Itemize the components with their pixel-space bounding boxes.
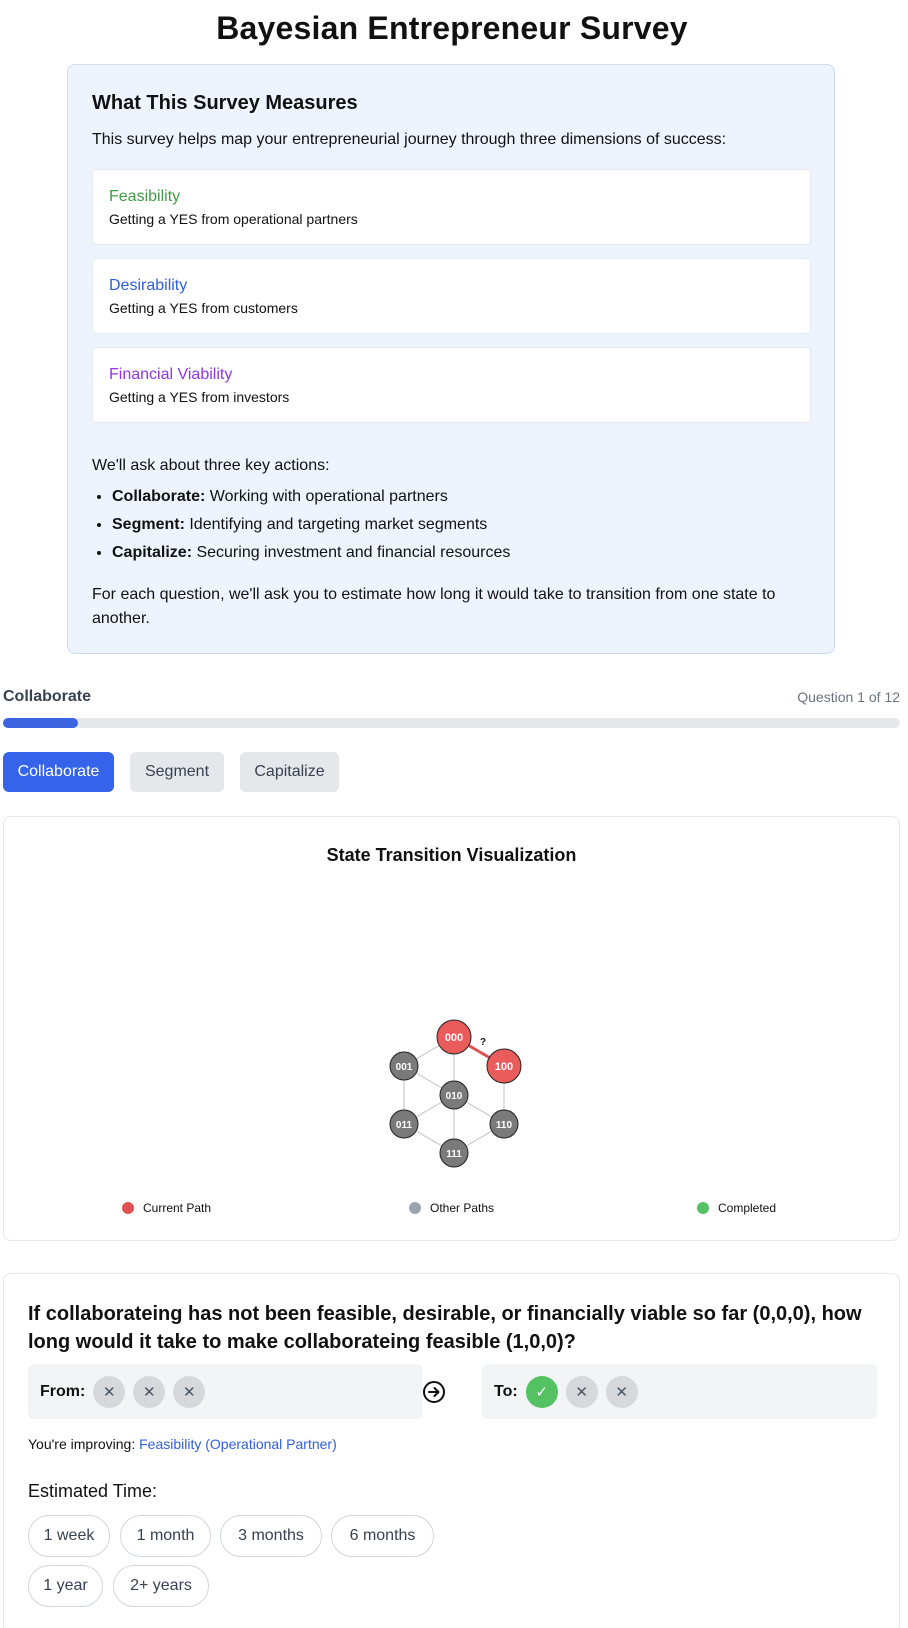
action-item: Capitalize: Securing investment and fina…	[112, 542, 510, 570]
action-desc: Working with operational partners	[205, 488, 448, 505]
legend-swatch	[697, 1202, 709, 1214]
improving-dimension: Feasibility (Operational Partner)	[139, 1436, 337, 1452]
dimension-desc: Getting a YES from operational partners	[109, 211, 358, 227]
estimate-title: Estimated Time:	[28, 1481, 158, 1501]
state-transition-panel: State Transition Visualization ? 000 100 0…	[3, 816, 900, 1241]
arrow-right-circle-icon	[423, 1381, 445, 1403]
from-label: From:	[40, 1382, 86, 1400]
legend-label: Current Path	[143, 1201, 212, 1215]
time-option-6-months[interactable]: 6 months	[331, 1515, 434, 1557]
intro-lead: This survey helps map your entrepreneuri…	[92, 131, 727, 148]
state-node-label: 001	[396, 1062, 413, 1073]
time-option-1-week[interactable]: 1 week	[28, 1515, 110, 1557]
x-icon: ✕	[93, 1375, 126, 1408]
dimension-name: Financial Viability	[109, 366, 233, 383]
tab-segment[interactable]: Segment	[130, 752, 224, 792]
dimension-desc: Getting a YES from customers	[109, 300, 298, 316]
graph-nodes: 000 100 001 010 011 110 111	[389, 1019, 522, 1168]
dimension-card-desirability: Desirability Getting a YES from customer…	[92, 258, 811, 334]
edge-question-mark: ?	[480, 1037, 486, 1048]
legend-swatch	[122, 1202, 134, 1214]
page-title: Bayesian Entrepreneur Survey	[216, 10, 688, 46]
time-option-1-year[interactable]: 1 year	[28, 1565, 103, 1607]
dimension-card-feasibility: Feasibility Getting a YES from operation…	[92, 169, 811, 245]
progress-label: Collaborate	[3, 688, 92, 705]
legend-label: Other Paths	[430, 1201, 495, 1215]
dimension-name: Desirability	[109, 277, 188, 294]
visualization-title: State Transition Visualization	[326, 845, 577, 865]
time-option-3-months[interactable]: 3 months	[220, 1515, 322, 1557]
legend-swatch	[409, 1202, 421, 1214]
legend-label: Completed	[718, 1201, 777, 1215]
x-icon: ✕	[173, 1375, 206, 1408]
dimension-desc: Getting a YES from investors	[109, 389, 290, 405]
action-item: Collaborate: Working with operational pa…	[112, 486, 510, 514]
legend-other-paths: Other Paths	[409, 1201, 494, 1215]
x-icon: ✕	[605, 1375, 638, 1408]
survey-intro-panel: What This Survey Measures This survey he…	[67, 64, 835, 654]
action-desc: Securing investment and financial resour…	[192, 544, 511, 561]
check-icon: ✓	[525, 1375, 558, 1408]
actions-list: Collaborate: Working with operational pa…	[112, 486, 510, 570]
legend-current-path: Current Path	[122, 1201, 211, 1215]
action-term: Collaborate:	[112, 488, 206, 505]
action-item: Segment: Identifying and targeting marke…	[112, 514, 510, 542]
question-card: If collaborateing has not been feasible,…	[3, 1273, 900, 1628]
progress-bar-fill	[3, 718, 78, 728]
intro-footnote: For each question, we'll ask you to esti…	[92, 586, 776, 627]
state-node-label: 110	[496, 1120, 513, 1131]
state-node-label: 010	[446, 1091, 463, 1102]
improving-note: You're improving: Feasibility (Operation…	[28, 1436, 337, 1452]
x-icon: ✕	[133, 1375, 166, 1408]
to-label: To:	[494, 1382, 518, 1400]
state-node-label: 100	[495, 1061, 513, 1073]
dimension-card-financial-viability: Financial Viability Getting a YES from i…	[92, 347, 811, 423]
progress-bar	[3, 718, 900, 728]
tab-collaborate[interactable]: Collaborate	[3, 752, 114, 792]
time-option-1-month[interactable]: 1 month	[120, 1515, 211, 1557]
action-term: Segment:	[112, 516, 185, 533]
actions-title: We'll ask about three key actions:	[92, 457, 330, 474]
state-node-label: 000	[445, 1032, 463, 1044]
dimension-name: Feasibility	[109, 188, 181, 205]
state-node-label: 011	[396, 1120, 413, 1131]
question-counter: Question 1 of 12	[797, 689, 900, 705]
time-option-2-plus-years[interactable]: 2+ years	[113, 1565, 209, 1607]
to-state: To: ✓ ✕ ✕	[482, 1364, 877, 1419]
state-node-label: 111	[446, 1149, 462, 1160]
state-graph: ? 000 100 001 010 011 110 111	[389, 1019, 522, 1168]
question-text: If collaborateing has not been feasible,…	[28, 1303, 862, 1353]
tab-capitalize[interactable]: Capitalize	[240, 752, 339, 792]
legend-completed: Completed	[697, 1201, 776, 1215]
improving-prefix: You're improving:	[28, 1436, 140, 1452]
action-term: Capitalize:	[112, 544, 193, 561]
x-icon: ✕	[565, 1375, 598, 1408]
from-state: From: ✕ ✕ ✕	[28, 1364, 423, 1419]
action-desc: Identifying and targeting market segment…	[184, 516, 488, 533]
intro-heading: What This Survey Measures	[92, 92, 358, 114]
